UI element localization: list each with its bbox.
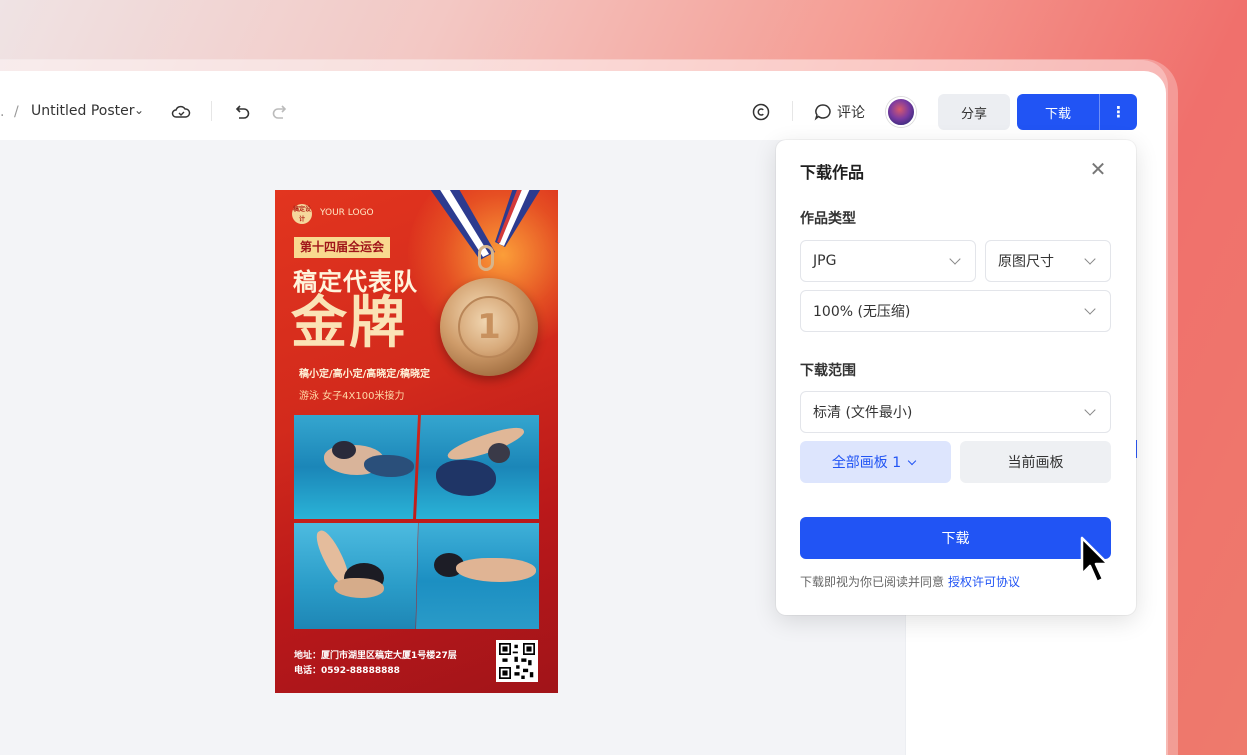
chevron-down-icon [1084,253,1096,265]
breadcrumb-separator: / [14,104,19,120]
redo-icon[interactable] [268,100,292,124]
panel-title: 下载作品 [800,163,865,182]
current-board-button[interactable]: 当前画板 [960,441,1111,483]
poster-phone: 电话：0592-88888888 [294,666,400,676]
agreement-text: 下载即视为你已阅读并同意 授权许可协议 [800,575,1021,589]
mouse-cursor-icon [1080,536,1110,584]
share-button[interactable]: 分享 [938,94,1010,130]
comment-label: 评论 [837,105,865,121]
project-title[interactable]: Untitled Poster [31,103,135,119]
type-section-label: 作品类型 [800,211,856,227]
resolution-select[interactable]: 标清 (文件最小) [800,391,1111,433]
swimmer-photo-4 [416,523,539,629]
chevron-down-icon [907,456,917,465]
poster-tag: 第十四届全运会 [294,237,391,258]
avatar[interactable] [886,97,916,127]
chevron-down-icon[interactable]: ⌄ [134,103,144,117]
poster-design[interactable]: 1 稿定设计 YOUR LOGO 第十四届全运会 稿定代表队 金牌 稿小定/高小… [275,190,558,693]
toolbar-divider [792,101,793,121]
undo-icon[interactable] [230,100,254,124]
download-label: 下载 [1044,106,1071,122]
toolbar-divider [211,101,212,121]
comment-button[interactable]: 评论 [814,101,865,123]
chevron-down-icon [1084,404,1096,416]
format-select[interactable]: JPG [800,240,976,282]
quality-select[interactable]: 100% (无压缩) [800,290,1111,332]
poster-logo-text: YOUR LOGO [320,208,374,218]
range-section-label: 下载范围 [800,363,856,379]
qr-code-image [496,640,538,682]
license-agreement-link[interactable]: 授权许可协议 [948,575,1020,589]
header-download-button[interactable]: 下载 ⋮ [1017,94,1137,130]
swimmer-photo-2 [416,415,539,519]
gold-medal-image: 1 [440,278,538,376]
chevron-down-icon [949,253,961,265]
cloud-sync-icon[interactable] [169,100,193,124]
poster-athlete-names: 稿小定/高小定/高晓定/稿晓定 [299,369,430,380]
size-select[interactable]: 原图尺寸 [985,240,1111,282]
swimmer-photo-3 [294,523,418,629]
swimmer-photo-1 [294,415,418,519]
poster-event: 游泳 女子4X100米接力 [299,391,405,402]
close-icon[interactable]: ✕ [1086,158,1110,182]
download-button[interactable]: 下载 [800,517,1111,559]
copyright-icon[interactable] [749,100,773,124]
chevron-down-icon [1084,303,1096,315]
poster-address: 地址：厦门市湖里区稿定大厦1号楼27层 [294,651,457,661]
more-vertical-icon[interactable]: ⋮ [1100,103,1137,121]
logo-badge: 稿定设计 [292,204,312,224]
breadcrumb-ellipsis[interactable]: . [0,104,4,120]
comment-icon [814,104,831,121]
all-boards-button[interactable]: 全部画板 1 [800,441,951,483]
poster-big-title: 金牌 [291,291,407,356]
